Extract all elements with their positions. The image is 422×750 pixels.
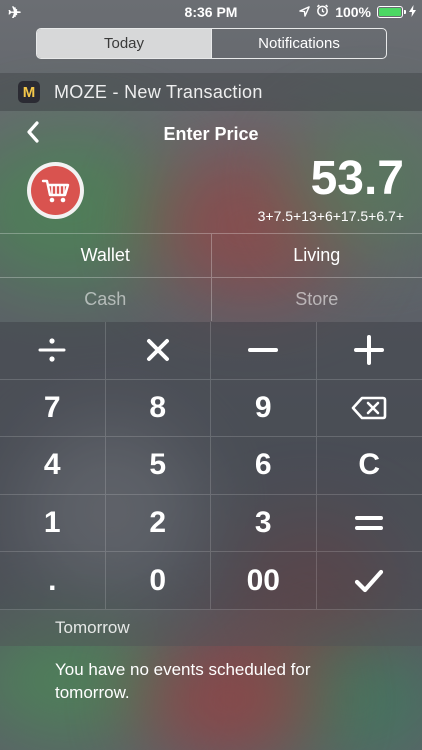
key-3[interactable]: 3: [211, 494, 317, 553]
key-label: 8: [149, 390, 167, 424]
subaccount-selector[interactable]: Cash: [0, 278, 211, 321]
calendar-empty-message: You have no events scheduled for tomorro…: [55, 660, 311, 702]
nav-title: Enter Price: [163, 124, 259, 144]
calendar-header-label: Tomorrow: [55, 618, 130, 637]
widget-title: MOZE - New Transaction: [54, 81, 263, 102]
key-label: 0: [149, 563, 167, 597]
status-bar: ✈ 8:36 PM 100%: [0, 0, 422, 24]
category-selector[interactable]: Living: [210, 234, 422, 277]
key-label: C: [358, 448, 381, 482]
battery-level-fill: [379, 8, 401, 16]
key-label: 00: [246, 563, 280, 597]
plus-key[interactable]: [316, 322, 422, 380]
key-label: 7: [43, 390, 61, 424]
key-4[interactable]: 4: [0, 437, 106, 495]
backspace-key[interactable]: [316, 380, 422, 438]
today-notifications-segmented-control: Today Notifications: [36, 28, 387, 59]
divide-key[interactable]: [0, 322, 106, 380]
account-category-row: Wallet Living: [0, 233, 422, 277]
location-icon: [299, 4, 310, 20]
confirm-key[interactable]: [316, 552, 422, 610]
calendar-widget-header[interactable]: Tomorrow: [0, 610, 422, 646]
key-label: 4: [43, 448, 61, 482]
key-2[interactable]: 2: [105, 494, 211, 553]
key-label: 5: [149, 448, 167, 482]
subaccount-subcategory-row: Cash Store: [0, 277, 422, 321]
minus-key[interactable]: [211, 322, 317, 380]
key-label: 6: [254, 448, 272, 482]
divide-icon: [38, 338, 66, 362]
key-7[interactable]: 7: [0, 379, 106, 438]
battery-percent: 100%: [335, 4, 371, 20]
widget-header[interactable]: M MOZE - New Transaction: [0, 73, 422, 111]
minus-icon: [248, 348, 279, 353]
expression-display: 3+7.5+13+6+17.5+6.7+: [257, 208, 404, 224]
key-9[interactable]: 9: [211, 379, 317, 438]
checkmark-icon: [355, 569, 384, 592]
key-label: 9: [254, 390, 272, 424]
decimal-key[interactable]: .: [0, 552, 106, 610]
equals-key[interactable]: [316, 495, 422, 553]
key-00[interactable]: 00: [211, 552, 317, 610]
category-icon-button[interactable]: [27, 162, 84, 219]
moze-app-icon: M: [18, 81, 40, 103]
subcategory-selector[interactable]: Store: [210, 278, 422, 321]
charging-icon: [409, 4, 416, 20]
key-1[interactable]: 1: [0, 494, 106, 553]
battery-icon: [377, 6, 406, 18]
account-selector[interactable]: Wallet: [0, 234, 211, 277]
alarm-icon: [316, 4, 329, 20]
key-label: .: [48, 563, 57, 597]
clear-key[interactable]: C: [316, 437, 422, 495]
key-label: 3: [254, 506, 272, 540]
key-0[interactable]: 0: [105, 552, 211, 610]
key-6[interactable]: 6: [211, 437, 317, 495]
shopping-cart-icon: [31, 166, 80, 215]
transaction-widget: Enter Price 53.7 3+7.5+13+6+17.5+6.7+ Wa…: [0, 111, 422, 610]
key-label: 2: [149, 506, 167, 540]
backspace-icon: [351, 396, 387, 420]
key-8[interactable]: 8: [105, 379, 211, 438]
amount-display: 53.7: [310, 152, 404, 205]
key-5[interactable]: 5: [105, 437, 211, 495]
tab-today[interactable]: Today: [37, 29, 211, 58]
key-label: 1: [43, 506, 61, 540]
tab-notifications[interactable]: Notifications: [211, 29, 386, 58]
multiply-key[interactable]: [105, 322, 211, 380]
calculator-keypad: 7 8 9 4 5 6 C 1 2 3. 0 00: [0, 322, 422, 610]
equals-icon: [355, 516, 384, 531]
plus-icon: [354, 335, 385, 366]
multiply-icon: [146, 339, 169, 362]
